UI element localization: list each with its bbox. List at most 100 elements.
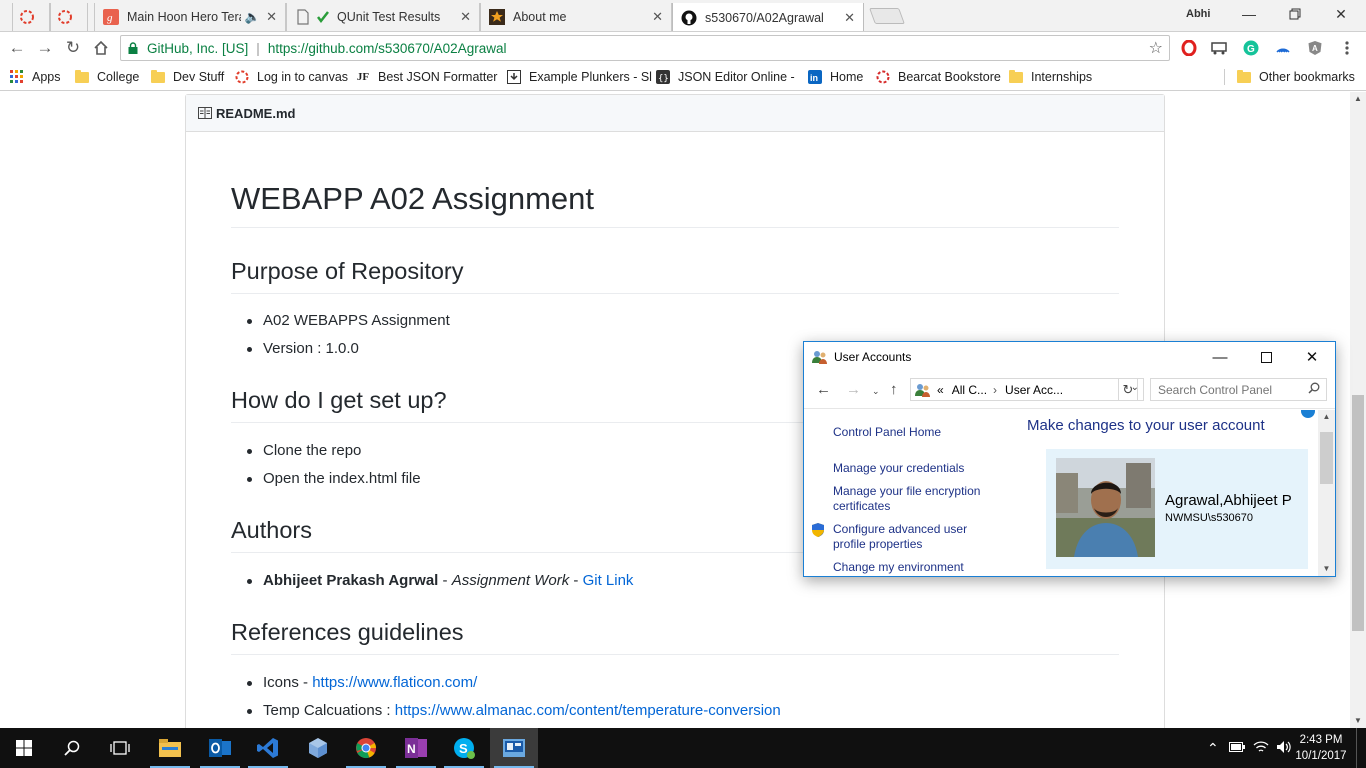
scroll-thumb[interactable] (1352, 395, 1364, 631)
close-icon[interactable]: ✕ (266, 9, 277, 25)
breadcrumb-all-control-panel[interactable]: All C... (952, 383, 987, 397)
wappalyzer-icon[interactable] (1274, 39, 1292, 57)
bookmark-apps[interactable]: Apps (10, 68, 61, 86)
search-input[interactable] (1151, 379, 1301, 400)
bookmark-star-icon[interactable]: ☆ (1149, 38, 1163, 58)
scroll-down-arrow-icon[interactable]: ▼ (1350, 714, 1366, 728)
breadcrumb-user-accounts[interactable]: User Acc... (1005, 383, 1063, 397)
virtualbox-button[interactable] (294, 728, 342, 768)
forward-arrow-icon[interactable]: → (846, 381, 861, 398)
close-icon[interactable]: ✕ (652, 9, 663, 25)
tab-github-repo[interactable]: s530670/A02Agrawal ✕ (672, 3, 864, 32)
bookmark-json-editor-online[interactable]: {} JSON Editor Online - (656, 68, 795, 86)
bookmark-example-plunkers[interactable]: Example Plunkers - Sl (507, 68, 652, 86)
back-arrow-icon[interactable]: ← (816, 381, 831, 398)
up-arrow-icon[interactable]: ↑ (890, 381, 898, 398)
outlook-button[interactable] (196, 728, 244, 768)
tab-qunit-test-results[interactable]: QUnit Test Results ✕ (286, 3, 480, 31)
check-icon (315, 9, 331, 25)
manage-credentials-link[interactable]: Manage your credentials (833, 461, 964, 476)
bookmark-college[interactable]: College (75, 68, 139, 86)
control-panel-button[interactable] (490, 728, 538, 768)
restore-button[interactable] (1272, 0, 1318, 28)
reload-button[interactable]: ↻ (62, 37, 84, 59)
help-icon[interactable] (1301, 410, 1315, 418)
svg-text:g: g (107, 12, 113, 24)
battery-icon[interactable] (1229, 740, 1245, 755)
chrome-button[interactable] (342, 728, 390, 768)
flaticon-link[interactable]: https://www.flaticon.com/ (312, 674, 477, 691)
window-maximize-button[interactable] (1243, 342, 1289, 372)
address-bar[interactable]: GitHub, Inc. [US] | https://github.com/s… (120, 35, 1170, 61)
file-explorer-button[interactable] (146, 728, 194, 768)
minimize-button[interactable]: — (1226, 0, 1272, 28)
bookmark-label: Log in to canvas (257, 70, 349, 84)
bookmark-label: Internships (1031, 70, 1093, 84)
search-button[interactable] (48, 728, 96, 768)
change-environment-link[interactable]: Change my environment (833, 560, 964, 575)
profile-button[interactable]: Abhi (1186, 8, 1210, 20)
address-breadcrumb[interactable]: « All C... › User Acc... ⌄ (910, 378, 1144, 401)
skype-button[interactable]: S (440, 728, 488, 768)
tab-main-hoon-hero-tera[interactable]: g Main Hoon Hero Tera 🔈 ✕ (94, 3, 286, 31)
refresh-button[interactable]: ↻ (1118, 378, 1138, 401)
home-button[interactable] (90, 37, 112, 59)
bookmark-home[interactable]: in Home (808, 68, 863, 86)
bookmark-internships[interactable]: Internships (1009, 68, 1092, 86)
git-link[interactable]: Git Link (583, 572, 634, 589)
search-control-panel[interactable] (1150, 378, 1327, 401)
bookmark-bearcat-bookstore[interactable]: Bearcat Bookstore (876, 68, 1001, 86)
purpose-list: A02 WEBAPPS Assignment Version : 1.0.0 (247, 307, 450, 363)
breadcrumb-overflow[interactable]: « (937, 383, 944, 397)
site-identity[interactable]: GitHub, Inc. [US] (147, 41, 248, 56)
control-panel-home-link[interactable]: Control Panel Home (833, 425, 941, 440)
cast-extension-icon[interactable] (1210, 39, 1228, 57)
tab-about-me[interactable]: About me ✕ (480, 3, 672, 31)
onenote-button[interactable]: N (392, 728, 440, 768)
visual-studio-button[interactable] (244, 728, 292, 768)
almanac-link[interactable]: https://www.almanac.com/content/temperat… (395, 702, 781, 719)
page-scrollbar[interactable]: ▲ ▼ (1350, 92, 1366, 728)
bookmark-other-bookmarks[interactable]: Other bookmarks (1237, 68, 1355, 86)
chevron-up-icon[interactable]: ▲ (1318, 410, 1335, 424)
window-minimize-button[interactable]: — (1197, 342, 1243, 372)
wifi-icon[interactable] (1253, 740, 1269, 757)
window-scrollbar[interactable]: ▲ ▼ (1318, 410, 1335, 576)
window-close-button[interactable]: ✕ (1289, 342, 1335, 372)
pinned-tab-1[interactable] (12, 3, 50, 31)
back-button[interactable]: ← (6, 37, 28, 59)
window-scroll-thumb[interactable] (1320, 432, 1333, 484)
speaker-icon[interactable]: 🔈 (245, 10, 261, 25)
recent-locations-chevron-icon[interactable]: ⌄ (872, 386, 880, 397)
advanced-profile-link[interactable]: Configure advanced user profile properti… (833, 522, 983, 552)
manage-encryption-link[interactable]: Manage your file encryption certificates (833, 484, 1003, 514)
bookmark-dev-stuff[interactable]: Dev Stuff (151, 68, 224, 86)
reference-label: Temp Calcuations : (263, 702, 395, 719)
new-tab-button[interactable] (869, 8, 905, 24)
scroll-up-arrow-icon[interactable]: ▲ (1350, 92, 1366, 106)
close-window-button[interactable]: ✕ (1318, 0, 1364, 28)
system-clock[interactable]: 2:43 PM 10/1/2017 (1295, 732, 1347, 764)
volume-icon[interactable] (1276, 740, 1292, 757)
list-item: Temp Calcuations : https://www.almanac.c… (247, 697, 781, 725)
bookmark-best-json-formatter[interactable]: JF Best JSON Formatter (356, 68, 498, 86)
menu-icon[interactable] (1338, 39, 1356, 57)
close-icon[interactable]: ✕ (844, 10, 855, 26)
task-view-button[interactable] (96, 728, 144, 768)
pinned-tab-2[interactable] (50, 3, 88, 31)
tab-strip: g Main Hoon Hero Tera 🔈 ✕ QUnit Test Res… (0, 0, 1366, 32)
show-hidden-icons-chevron-icon[interactable]: ⌃ (1207, 740, 1219, 757)
opera-extension-icon[interactable] (1180, 39, 1198, 57)
chevron-down-icon[interactable]: ▼ (1318, 562, 1335, 576)
user-domain: NWMSU\s530670 (1165, 512, 1254, 524)
grammarly-icon[interactable]: G (1242, 39, 1260, 57)
close-icon[interactable]: ✕ (460, 9, 471, 25)
show-desktop-button[interactable] (1356, 728, 1366, 768)
window-title: User Accounts (834, 350, 912, 364)
gaana-icon: g (103, 9, 119, 25)
angular-extension-icon[interactable]: A (1306, 39, 1324, 57)
forward-button[interactable]: → (34, 37, 56, 59)
start-button[interactable] (0, 728, 48, 768)
url-text[interactable]: https://github.com/s530670/A02Agrawal (268, 41, 507, 56)
bookmark-log-in-to-canvas[interactable]: Log in to canvas (235, 68, 348, 86)
